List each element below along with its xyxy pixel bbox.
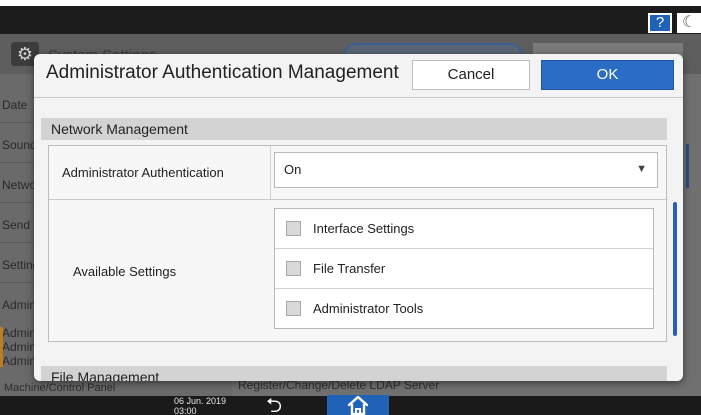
checkbox-file-transfer[interactable]: File Transfer <box>275 249 653 289</box>
divider <box>34 97 683 98</box>
checkbox-label: Interface Settings <box>313 221 415 236</box>
checkbox-icon[interactable] <box>286 261 301 276</box>
divider <box>270 146 271 199</box>
home-button[interactable] <box>327 395 389 415</box>
available-settings-label: Available Settings <box>73 264 177 279</box>
admin-auth-select[interactable]: On ▼ <box>274 152 658 188</box>
section-file-management: File Management <box>41 366 667 381</box>
sidebar-accent <box>0 327 3 367</box>
footer-left-label: Machine/Control Panel <box>4 382 116 394</box>
dialog-title: Administrator Authentication Management <box>46 62 399 83</box>
date-text: 06 Jun. 2019 <box>174 396 227 406</box>
checkbox-administrator-tools[interactable]: Administrator Tools <box>275 289 653 329</box>
time-text: 03:00 <box>174 406 197 415</box>
checkbox-interface-settings[interactable]: Interface Settings <box>275 209 653 249</box>
back-icon[interactable]: ⮌ <box>256 395 292 415</box>
date-time: 06 Jun. 2019 03:00 <box>174 396 226 415</box>
checkbox-icon[interactable] <box>286 301 301 316</box>
admin-auth-label: Administrator Authentication <box>62 165 224 180</box>
ok-button[interactable]: OK <box>541 60 674 90</box>
help-button[interactable]: ? <box>648 13 672 33</box>
moon-icon[interactable]: ☾ <box>677 13 701 33</box>
admin-auth-value: On <box>284 162 302 177</box>
home-icon <box>347 395 369 415</box>
checkbox-label: Administrator Tools <box>313 301 424 316</box>
main-scrollbar[interactable] <box>686 144 689 188</box>
caret-down-icon: ▼ <box>636 163 647 175</box>
settings-group: Administrator Authentication On ▼ Availa… <box>48 145 667 342</box>
checkbox-icon[interactable] <box>286 221 301 236</box>
checkbox-label: File Transfer <box>313 261 386 276</box>
section-network-management: Network Management <box>41 118 667 140</box>
cancel-button[interactable]: Cancel <box>412 60 530 90</box>
divider <box>49 199 666 200</box>
dialog-scrollbar[interactable] <box>673 202 677 336</box>
available-settings-list: Interface Settings File Transfer Adminis… <box>274 208 654 329</box>
auth-management-dialog: Administrator Authentication Management … <box>34 54 683 381</box>
top-status-bar <box>0 6 701 34</box>
